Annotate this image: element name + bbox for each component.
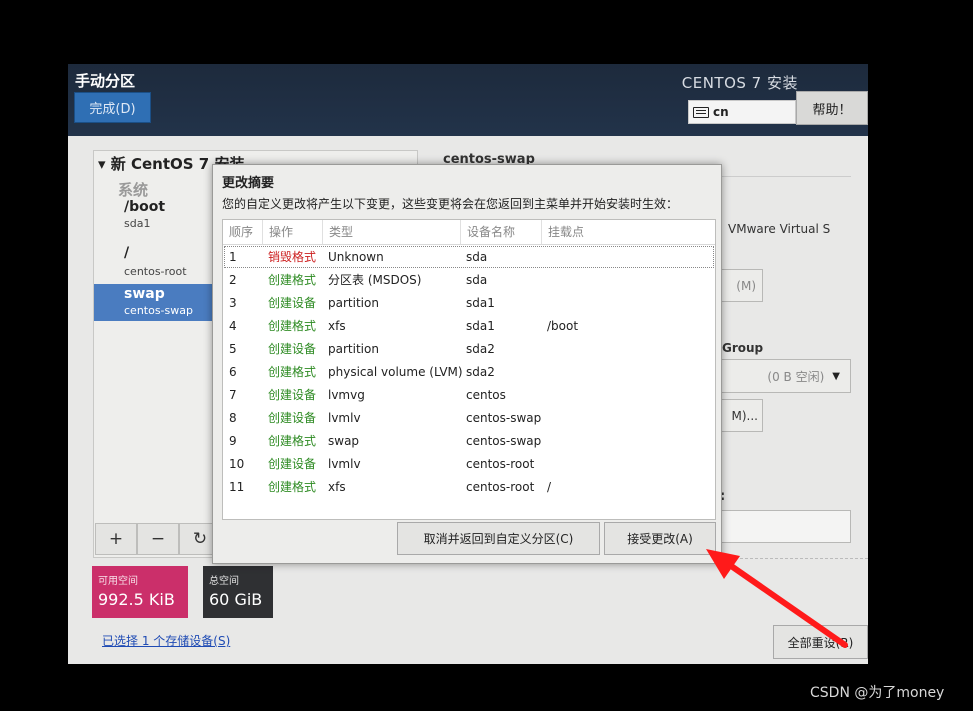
watermark: CSDN @为了money [810,685,945,701]
annotation-arrow-head [706,549,740,579]
annotation-arrow-shaft [721,558,848,648]
annotation-arrow [706,549,848,648]
